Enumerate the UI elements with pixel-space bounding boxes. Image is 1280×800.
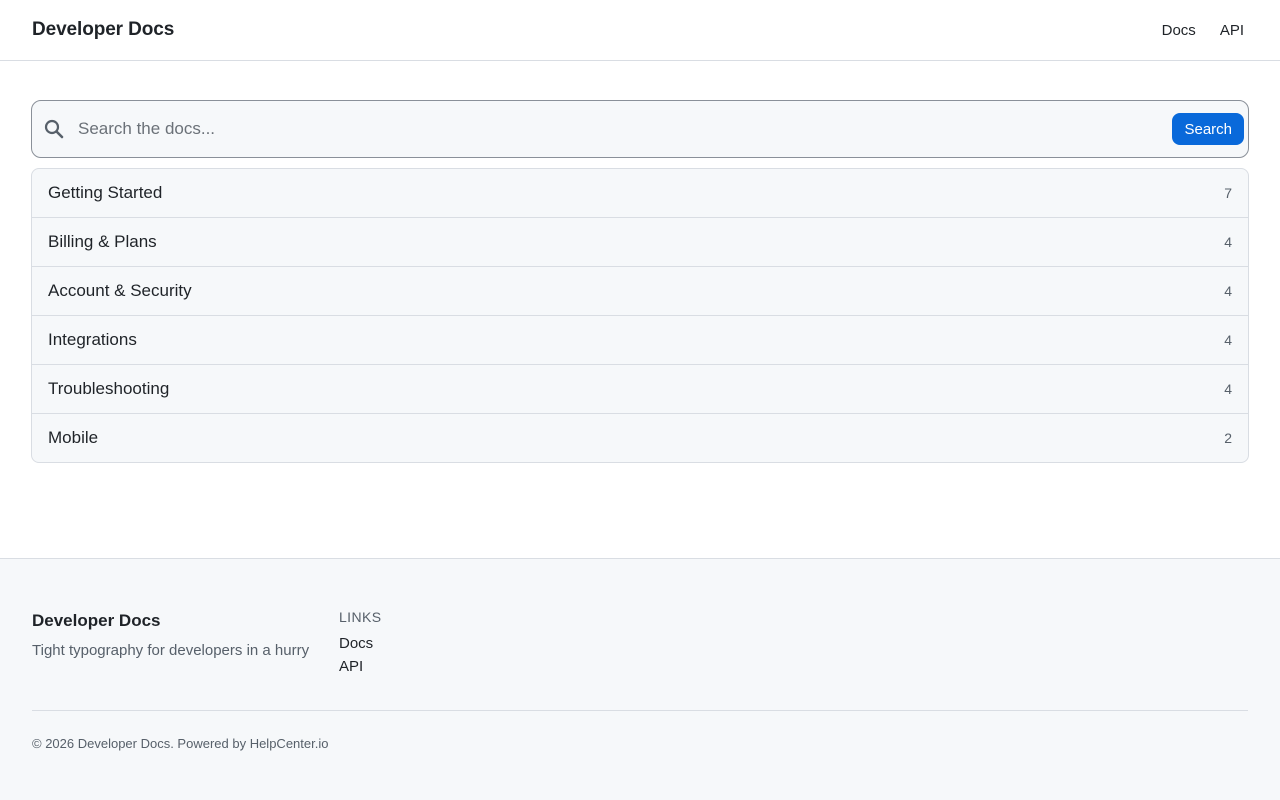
- category-item-billing-plans[interactable]: Billing & Plans 4: [32, 218, 1248, 267]
- category-name: Integrations: [48, 330, 137, 349]
- category-item-getting-started[interactable]: Getting Started 7: [32, 169, 1248, 218]
- category-name: Billing & Plans: [48, 232, 157, 251]
- nav-link-docs[interactable]: Docs: [1162, 22, 1196, 39]
- site-footer: Developer Docs Tight typography for deve…: [0, 558, 1280, 800]
- category-count: 7: [1224, 185, 1232, 201]
- footer-brand: Developer Docs: [32, 611, 161, 630]
- search-input[interactable]: [78, 109, 1173, 149]
- category-count: 4: [1224, 283, 1232, 299]
- category-name: Troubleshooting: [48, 379, 170, 398]
- footer-link-docs[interactable]: Docs: [339, 635, 381, 652]
- category-count: 4: [1224, 234, 1232, 250]
- footer-copyright: © 2026 Developer Docs. Powered by HelpCe…: [32, 736, 329, 751]
- top-nav: Docs API: [1162, 22, 1244, 39]
- site-brand[interactable]: Developer Docs: [32, 19, 174, 41]
- footer-link-api[interactable]: API: [339, 658, 381, 675]
- nav-link-api[interactable]: API: [1220, 22, 1244, 39]
- search-icon: [44, 119, 64, 139]
- category-count: 4: [1224, 332, 1232, 348]
- search-bar: Search: [31, 100, 1249, 158]
- category-list: Getting Started 7 Billing & Plans 4 Acco…: [31, 168, 1249, 463]
- category-item-troubleshooting[interactable]: Troubleshooting 4: [32, 365, 1248, 414]
- category-name: Account & Security: [48, 281, 192, 300]
- search-button[interactable]: Search: [1172, 113, 1244, 145]
- category-count: 4: [1224, 381, 1232, 397]
- footer-top: Developer Docs Tight typography for deve…: [32, 559, 1248, 711]
- category-name: Mobile: [48, 428, 99, 447]
- category-item-integrations[interactable]: Integrations 4: [32, 316, 1248, 365]
- footer-links-heading: LINKS: [339, 609, 382, 625]
- category-name: Getting Started: [48, 183, 163, 202]
- footer-brand-column: Developer Docs Tight typography for deve…: [32, 609, 339, 710]
- site-header: Developer Docs Docs API: [0, 0, 1280, 61]
- main-content: Search Getting Started 7 Billing & Plans…: [0, 61, 1280, 558]
- category-count: 2: [1224, 430, 1232, 446]
- category-item-mobile[interactable]: Mobile 2: [32, 414, 1248, 462]
- footer-tagline: Tight typography for developers in a hur…: [32, 642, 310, 659]
- category-item-account-security[interactable]: Account & Security 4: [32, 267, 1248, 316]
- footer-links: LINKS Docs API: [339, 609, 381, 710]
